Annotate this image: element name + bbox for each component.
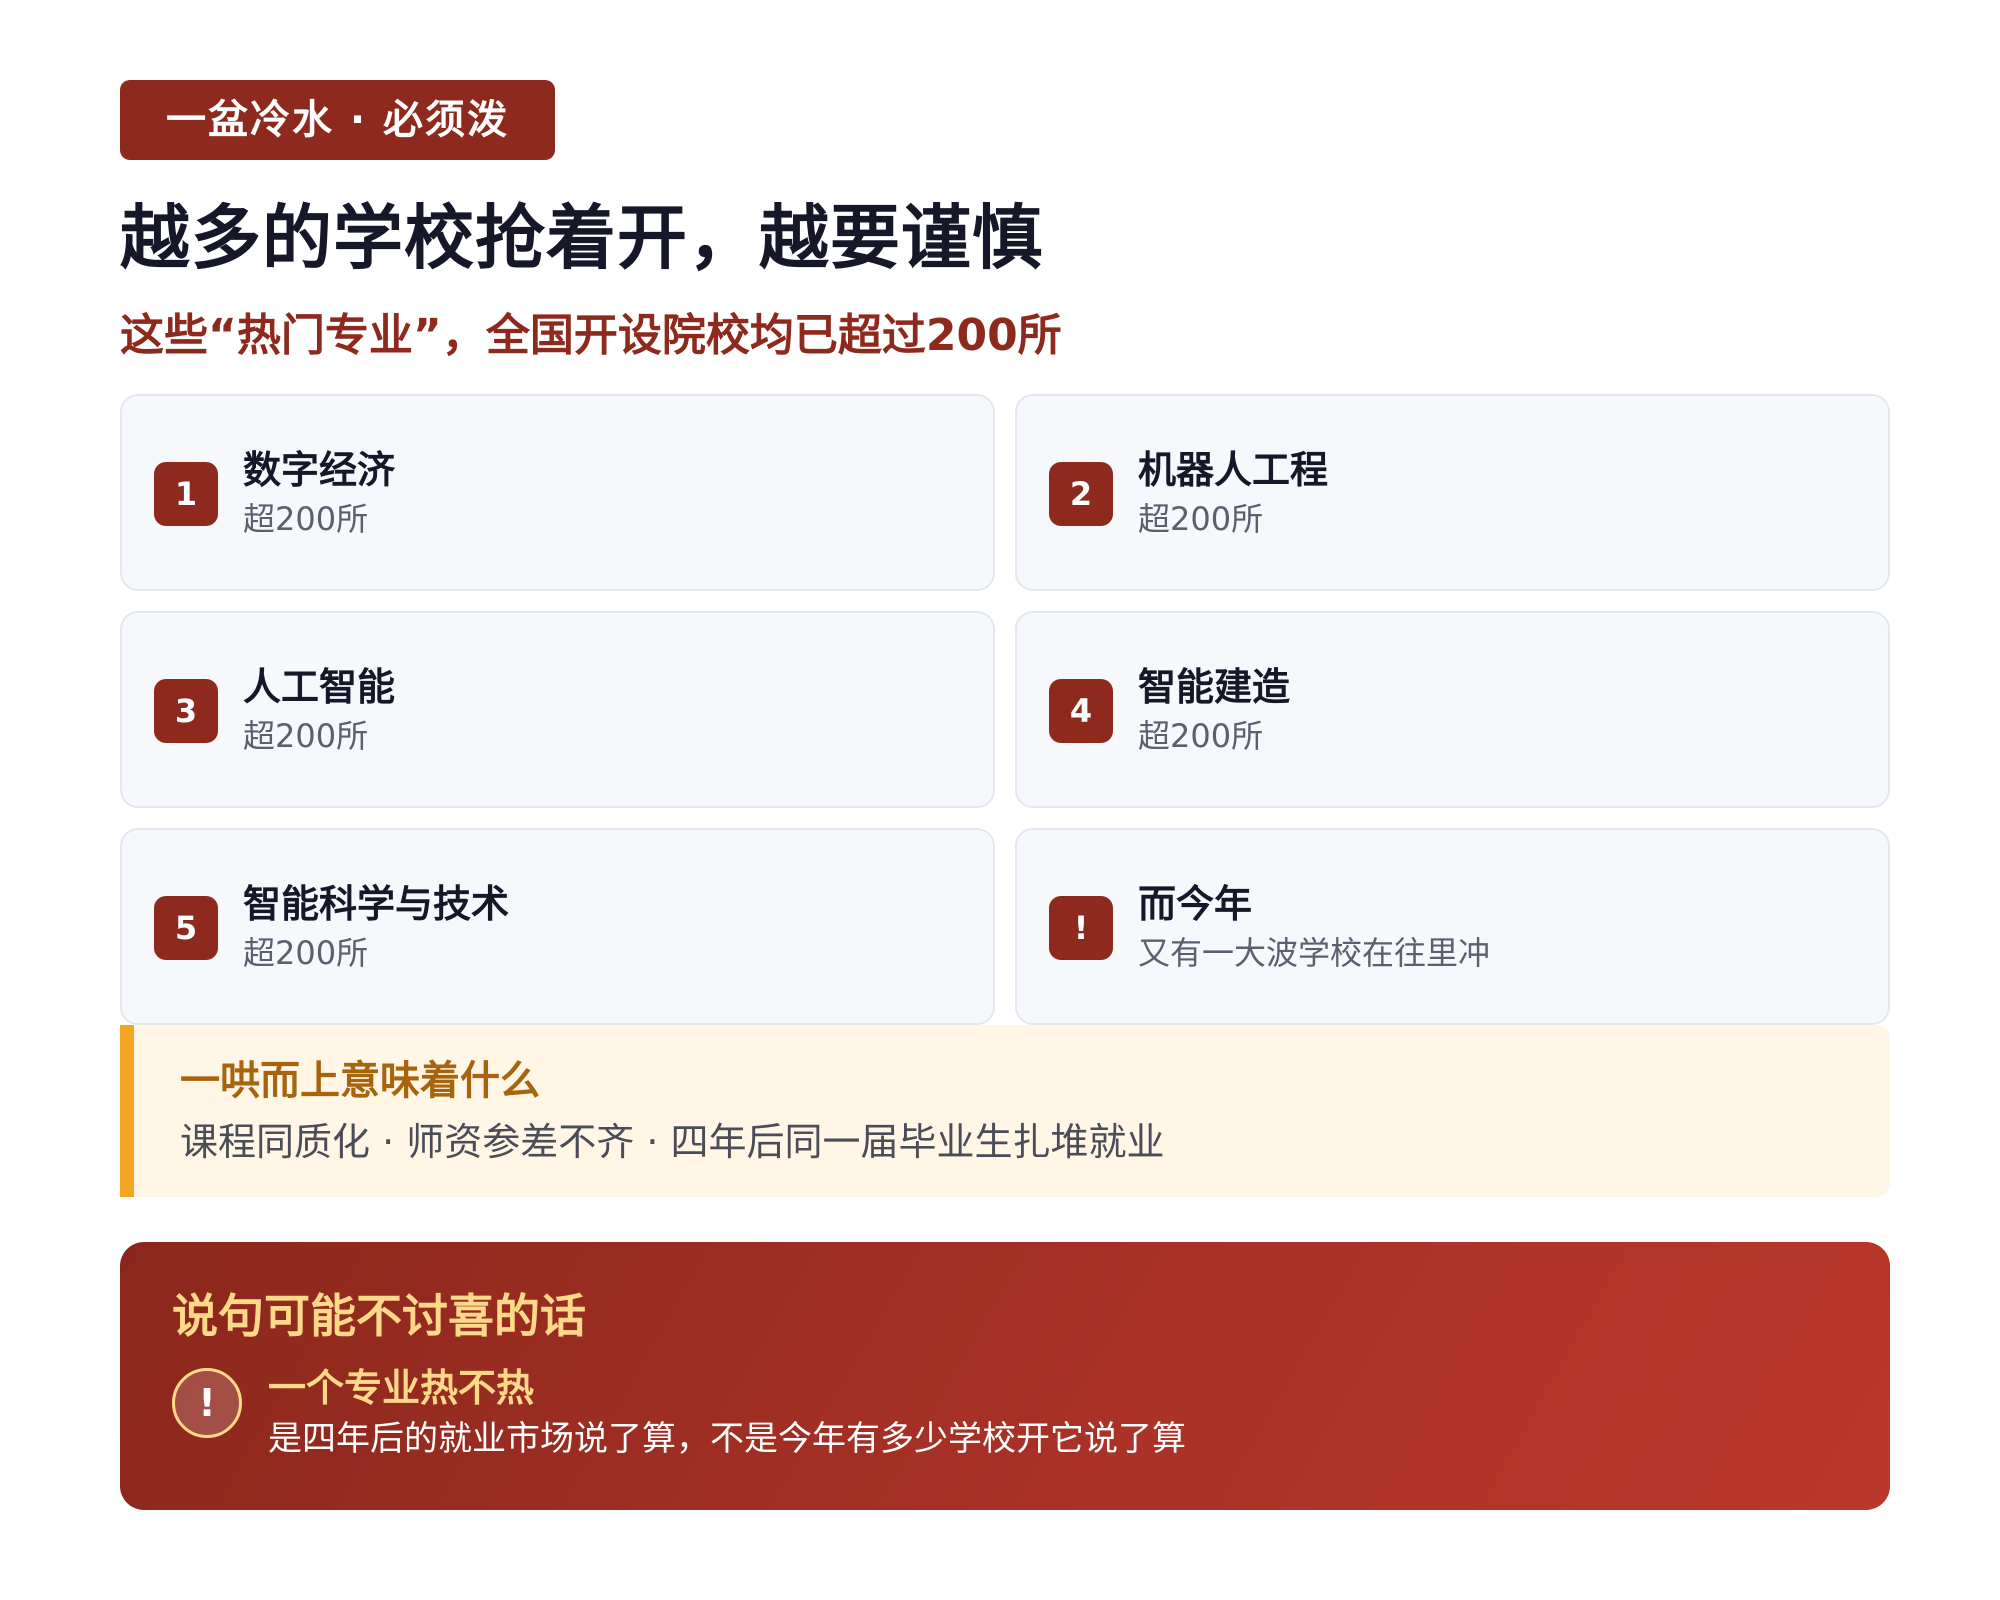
exclamation-icon: ! [1049, 896, 1113, 960]
conclusion-banner: 说句可能不讨喜的话 ! 一个专业热不热 是四年后的就业市场说了算，不是今年有多少… [120, 1242, 1890, 1510]
this-year-title: 而今年 [1138, 882, 1253, 926]
note-title: 一哄而上意味着什么 [180, 1058, 540, 1104]
implication-note: 一哄而上意味着什么 课程同质化 · 师资参差不齐 · 四年后同一届毕业生扎堆就业 [120, 1025, 1890, 1197]
major-name: 数字经济 [243, 448, 396, 492]
major-name: 机器人工程 [1138, 448, 1329, 492]
number-badge: 2 [1049, 462, 1113, 526]
major-count: 超200所 [243, 500, 369, 538]
page-subtitle: 这些“热门专业”，全国开设院校均已超过200所 [120, 310, 1062, 361]
number-badge: 4 [1049, 679, 1113, 743]
this-year-desc: 又有一大波学校在往里冲 [1138, 934, 1491, 972]
major-count: 超200所 [243, 934, 369, 972]
major-card: 5 智能科学与技术 超200所 [120, 828, 995, 1025]
major-count: 超200所 [1138, 500, 1264, 538]
page-title: 越多的学校抢着开，越要谨慎 [120, 197, 1043, 279]
banner-subtitle: 一个专业热不热 [268, 1366, 535, 1410]
major-card: 3 人工智能 超200所 [120, 611, 995, 808]
major-name: 智能建造 [1138, 665, 1291, 709]
alert-icon: ! [172, 1368, 242, 1438]
major-count: 超200所 [243, 717, 369, 755]
this-year-card: ! 而今年 又有一大波学校在往里冲 [1015, 828, 1890, 1025]
major-card: 1 数字经济 超200所 [120, 394, 995, 591]
number-badge: 3 [154, 679, 218, 743]
banner-text: 是四年后的就业市场说了算，不是今年有多少学校开它说了算 [268, 1419, 1186, 1459]
major-name: 人工智能 [243, 665, 396, 709]
major-grid: 1 数字经济 超200所 2 机器人工程 超200所 3 人工智能 超200所 … [120, 394, 1890, 1025]
banner-title: 说句可能不讨喜的话 [172, 1289, 586, 1343]
number-badge: 5 [154, 896, 218, 960]
major-card: 2 机器人工程 超200所 [1015, 394, 1890, 591]
major-count: 超200所 [1138, 717, 1264, 755]
note-text: 课程同质化 · 师资参差不齐 · 四年后同一届毕业生扎堆就业 [180, 1120, 1165, 1164]
header-tag: 一盆冷水 · 必须泼 [120, 80, 556, 160]
page: 一盆冷水 · 必须泼 越多的学校抢着开，越要谨慎 这些“热门专业”，全国开设院校… [120, 80, 1890, 1510]
major-name: 智能科学与技术 [243, 882, 510, 926]
major-card: 4 智能建造 超200所 [1015, 611, 1890, 808]
number-badge: 1 [154, 462, 218, 526]
